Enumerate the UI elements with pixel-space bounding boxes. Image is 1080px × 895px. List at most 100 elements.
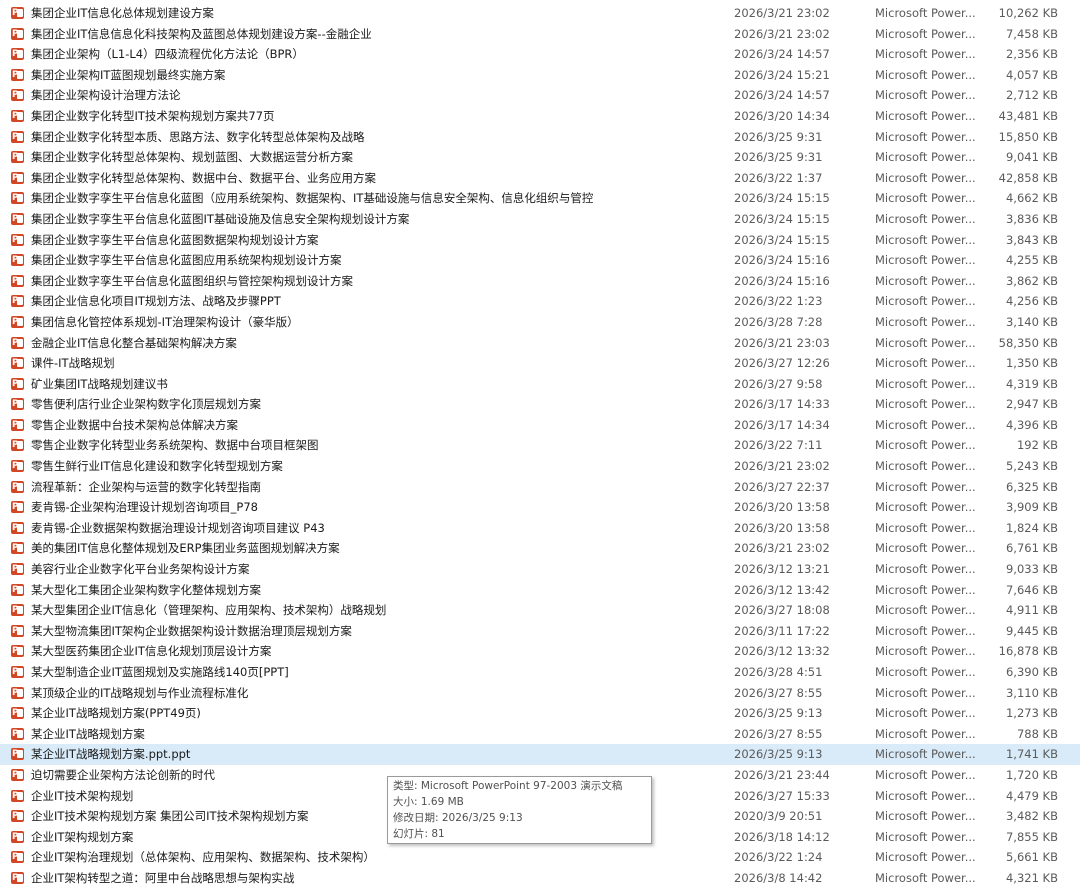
file-size: 4,662 KB: [1005, 191, 1058, 206]
file-row[interactable]: 麦肯锡-企业架构治理设计规划咨询项目_P78 2026/3/20 13:58 Mic…: [0, 497, 1080, 518]
file-row[interactable]: 美容行业企业数字化平台业务架构设计方案 2026/3/12 13:21 Micros…: [0, 559, 1080, 580]
file-row[interactable]: 集团信息化管控体系规划-IT治理架构设计（豪华版） 2026/3/28 7:28 M…: [0, 312, 1080, 333]
file-row[interactable]: 零售生鲜行业IT信息化建设和数字化转型规划方案 2026/3/21 23:02 Mi…: [0, 456, 1080, 477]
file-row[interactable]: 美的集团IT信息化整体规划及ERP集团业务蓝图规划解决方案 2026/3/21 2…: [0, 538, 1080, 559]
file-row[interactable]: 某企业IT战略规划方案.ppt.ppt 2026/3/25 9:13 Microso…: [0, 744, 1080, 765]
file-row[interactable]: 集团企业数字化转型总体架构、数据中台、数据平台、业务应用方案 2026/3/22 …: [0, 168, 1080, 189]
file-size: 3,110 KB: [1005, 685, 1058, 700]
file-type: Microsoft Power...: [875, 356, 976, 371]
file-type: Microsoft Power...: [875, 767, 976, 782]
powerpoint-file-icon: [11, 418, 24, 431]
file-row[interactable]: 集团企业数字孪生平台信息化蓝图IT基础设施及信息安全架构规划设计方案 2026/3…: [0, 209, 1080, 230]
file-row[interactable]: 集团企业架构设计治理方法论 2026/3/24 14:57 Microsoft Po…: [0, 85, 1080, 106]
file-date-modified: 2026/3/24 15:16: [734, 253, 830, 268]
file-size: 6,390 KB: [1005, 665, 1058, 679]
file-row[interactable]: 流程革新：企业架构与运营的数字化转型指南 2026/3/27 22:37 Micro…: [0, 477, 1080, 498]
file-name: 课件-IT战略规划: [31, 356, 115, 371]
file-name: 集团企业数字孪生平台信息化蓝图数据架构规划设计方案: [31, 232, 319, 247]
file-type: Microsoft Power...: [875, 788, 976, 803]
powerpoint-file-icon: [11, 768, 24, 781]
file-size: 7,458 KB: [1005, 26, 1058, 41]
file-size: 1,824 KB: [1005, 520, 1058, 535]
file-date-modified: 2026/3/24 15:15: [734, 191, 830, 206]
file-date-modified: 2026/3/22 1:24: [734, 850, 823, 865]
file-row[interactable]: 集团企业信息化项目IT规划方法、战略及步骤PPT 2026/3/22 1:23 Mi…: [0, 291, 1080, 312]
file-date-modified: 2026/3/20 13:58: [734, 520, 830, 535]
file-type: Microsoft Power...: [875, 809, 976, 824]
file-date-modified: 2026/3/27 8:55: [734, 726, 823, 741]
file-name: 集团企业数字孪生平台信息化蓝图应用系统架构规划设计方案: [31, 253, 342, 268]
file-row[interactable]: 集团企业数字孪生平台信息化蓝图应用系统架构规划设计方案 2026/3/24 15:…: [0, 250, 1080, 271]
file-type: Microsoft Power...: [875, 706, 976, 721]
file-name: 集团企业数字化转型本质、思路方法、数字化转型总体架构及战略: [31, 129, 365, 144]
file-type: Microsoft Power...: [875, 603, 976, 618]
file-row[interactable]: 某大型集团企业IT信息化（管理架构、应用架构、技术架构）战略规划 2026/3/2…: [0, 600, 1080, 621]
file-name: 集团企业数字化转型总体架构、数据中台、数据平台、业务应用方案: [31, 170, 376, 185]
file-date-modified: 2026/3/21 23:03: [734, 335, 830, 350]
file-name: 某大型物流集团IT架构企业数据架构设计数据治理顶层规划方案: [31, 623, 352, 638]
file-row[interactable]: 集团企业数字孪生平台信息化蓝图数据架构规划设计方案 2026/3/24 15:15…: [0, 230, 1080, 251]
file-row[interactable]: 矿业集团IT战略规划建议书 2026/3/27 9:58 Microsoft Pow…: [0, 374, 1080, 395]
file-row[interactable]: 集团企业架构IT蓝图规划最终实施方案 2026/3/24 15:21 Microso…: [0, 65, 1080, 86]
file-type: Microsoft Power...: [875, 623, 976, 638]
file-size: 3,909 KB: [1005, 500, 1058, 515]
file-row[interactable]: 零售便利店行业企业架构数字化顶层规划方案 2026/3/17 14:33 Micro…: [0, 394, 1080, 415]
powerpoint-file-icon: [11, 707, 24, 720]
file-row[interactable]: 集团企业数字化转型总体架构、规划蓝图、大数据运营分析方案 2026/3/25 9:…: [0, 147, 1080, 168]
file-size: 2,712 KB: [1005, 88, 1058, 103]
file-size: 6,761 KB: [1005, 541, 1058, 556]
file-size: 10,262 KB: [998, 6, 1058, 20]
file-date-modified: 2026/3/12 13:32: [734, 644, 830, 659]
file-type: Microsoft Power...: [875, 520, 976, 535]
powerpoint-file-icon: [11, 7, 24, 19]
powerpoint-file-icon: [11, 645, 24, 658]
file-date-modified: 2026/3/27 18:08: [734, 603, 830, 618]
file-row[interactable]: 集团企业IT信息化总体规划建设方案 2026/3/21 23:02 Microsof…: [0, 3, 1080, 24]
file-size: 42,858 KB: [998, 170, 1058, 185]
file-size: 4,321 KB: [1005, 870, 1058, 885]
file-name: 集团企业IT信息化总体规划建设方案: [31, 6, 214, 20]
file-type: Microsoft Power...: [875, 150, 976, 165]
file-row[interactable]: 金融企业IT信息化整合基础架构解决方案 2026/3/21 23:03 Micros…: [0, 333, 1080, 354]
file-row[interactable]: 零售企业数据中台技术架构总体解决方案 2026/3/17 14:34 Microso…: [0, 415, 1080, 436]
powerpoint-file-icon: [11, 315, 24, 328]
file-row[interactable]: 某大型医药集团企业IT信息化规划顶层设计方案 2026/3/12 13:32 Mic…: [0, 641, 1080, 662]
file-size: 6,325 KB: [1005, 479, 1058, 494]
file-type: Microsoft Power...: [875, 397, 976, 412]
file-row[interactable]: 某企业IT战略规划方案 2026/3/27 8:55 Microsoft Power…: [0, 724, 1080, 745]
file-row[interactable]: 某大型制造企业IT蓝图规划及实施路线140页[PPT] 2026/3/28 4:5…: [0, 662, 1080, 683]
file-size: 4,479 KB: [1005, 788, 1058, 803]
file-row[interactable]: 企业IT架构转型之道：阿里中台战略思想与架构实战 2026/3/8 14:42 Mi…: [0, 868, 1080, 889]
file-row[interactable]: 零售企业数字化转型业务系统架构、数据中台项目框架图 2026/3/22 7:11 M…: [0, 435, 1080, 456]
powerpoint-file-icon: [11, 336, 24, 349]
file-row[interactable]: 某大型化工集团企业架构数字化整体规划方案 2026/3/12 13:42 Micro…: [0, 580, 1080, 601]
file-row[interactable]: 集团企业IT信息信息化科技架构及蓝图总体规划建设方案--金融企业 2026/3/2…: [0, 24, 1080, 45]
file-row[interactable]: 企业IT架构治理规划（总体架构、应用架构、数据架构、技术架构） 2026/3/22…: [0, 847, 1080, 868]
powerpoint-file-icon: [11, 583, 24, 596]
file-type: Microsoft Power...: [875, 726, 976, 741]
file-row[interactable]: 集团企业数字孪生平台信息化蓝图（应用系统架构、数据架构、IT基础设施与信息安全架…: [0, 188, 1080, 209]
file-size: 4,255 KB: [1005, 253, 1058, 268]
file-row[interactable]: 集团企业数字化转型本质、思路方法、数字化转型总体架构及战略 2026/3/25 9…: [0, 127, 1080, 148]
file-type: Microsoft Power...: [875, 129, 976, 144]
file-date-modified: 2026/3/21 23:02: [734, 459, 830, 474]
file-row[interactable]: 某大型物流集团IT架构企业数据架构设计数据治理顶层规划方案 2026/3/11 1…: [0, 621, 1080, 642]
file-date-modified: 2026/3/24 15:15: [734, 211, 830, 226]
file-row[interactable]: 某顶级企业的IT战略规划与作业流程标准化 2026/3/27 8:55 Micros…: [0, 683, 1080, 704]
file-row[interactable]: 麦肯锡-企业数据架构数据治理设计规划咨询项目建议 P43 2026/3/20 13…: [0, 518, 1080, 539]
file-row[interactable]: 集团企业数字孪生平台信息化蓝图组织与管控架构规划设计方案 2026/3/24 15…: [0, 271, 1080, 292]
file-size: 4,319 KB: [1005, 376, 1058, 391]
file-name: 麦肯锡-企业架构治理设计规划咨询项目_P78: [31, 500, 258, 515]
file-type: Microsoft Power...: [875, 479, 976, 494]
file-size: 9,445 KB: [1005, 623, 1058, 638]
powerpoint-file-icon: [11, 727, 24, 740]
file-size: 192 KB: [1016, 438, 1058, 453]
file-row[interactable]: 课件-IT战略规划 2026/3/27 12:26 Microsoft Power.…: [0, 353, 1080, 374]
powerpoint-file-icon: [11, 295, 24, 308]
file-row[interactable]: 集团企业架构（L1-L4）四级流程优化方法论（BPR） 2026/3/24 14:…: [0, 44, 1080, 65]
file-row[interactable]: 集团企业数字化转型IT技术架构规划方案共77页 2026/3/20 14:34 Mi…: [0, 106, 1080, 127]
file-date-modified: 2026/3/25 9:31: [734, 150, 823, 165]
file-name: 企业IT架构转型之道：阿里中台战略思想与架构实战: [31, 870, 295, 885]
file-date-modified: 2026/3/22 1:37: [734, 170, 823, 185]
file-row[interactable]: 某企业IT战略规划方案(PPT49页) 2026/3/25 9:13 Microso…: [0, 703, 1080, 724]
